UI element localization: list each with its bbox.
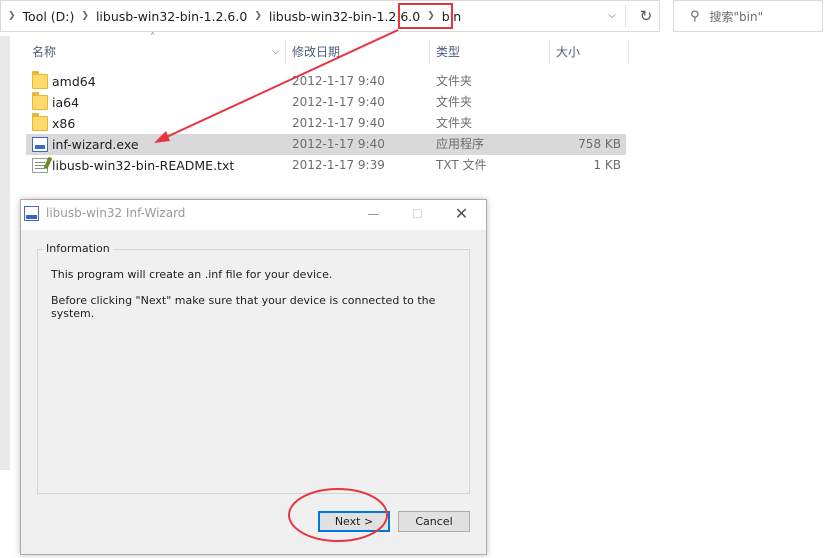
file-modified: 2012-1-17 9:40: [292, 116, 385, 130]
file-name: libusb-win32-bin-README.txt: [52, 158, 235, 173]
column-filter-dropdown-icon[interactable]: ⌵: [272, 40, 280, 64]
file-modified: 2012-1-17 9:40: [292, 74, 385, 88]
breadcrumb-folder-1[interactable]: libusb-win32-bin-1.2.6.0: [96, 9, 247, 24]
file-name: x86: [52, 116, 76, 131]
sort-ascending-icon: ˄: [150, 32, 155, 43]
address-bar[interactable]: ❯ Tool (D:) ❯ libusb-win32-bin-1.2.6.0 ❯…: [0, 0, 660, 32]
column-header-name[interactable]: 名称: [32, 40, 56, 64]
file-type: 应用程序: [436, 137, 485, 151]
search-placeholder: 搜索"bin": [709, 9, 764, 24]
information-group: Information This program will create an …: [37, 242, 470, 494]
column-header-modified[interactable]: 修改日期: [292, 40, 340, 64]
maximize-icon: ☐: [412, 207, 423, 221]
info-text-line-2: Before clicking "Next" make sure that yo…: [51, 294, 436, 320]
folder-icon: [32, 113, 48, 131]
app-icon: [24, 206, 39, 221]
chevron-right-icon[interactable]: ❯: [254, 11, 262, 21]
file-type: 文件夹: [436, 74, 473, 88]
file-type: 文件夹: [436, 95, 473, 109]
highlight-box: [398, 3, 453, 29]
divider: [628, 40, 629, 64]
column-header-type[interactable]: 类型: [436, 40, 460, 64]
breadcrumb: ❯ Tool (D:) ❯ libusb-win32-bin-1.2.6.0 ❯…: [1, 1, 461, 31]
chevron-right-icon: ❯: [8, 11, 16, 21]
refresh-icon[interactable]: ↻: [635, 1, 657, 31]
search-icon: ⚲: [690, 8, 700, 24]
file-row-inf-wizard[interactable]: inf-wizard.exe 2012-1-17 9:40 应用程序 758 K…: [26, 134, 626, 155]
file-row-readme[interactable]: libusb-win32-bin-README.txt 2012-1-17 9:…: [26, 155, 626, 176]
file-size: 758 KB: [578, 137, 621, 151]
breadcrumb-drive[interactable]: Tool (D:): [23, 9, 75, 24]
divider: [429, 40, 430, 64]
file-list: amd64 2012-1-17 9:40 文件夹 ia64 2012-1-17 …: [26, 71, 626, 176]
next-button[interactable]: Next >: [318, 511, 390, 532]
file-name: inf-wizard.exe: [52, 137, 139, 152]
close-icon[interactable]: ✕: [439, 200, 484, 228]
dialog-titlebar[interactable]: libusb-win32 Inf-Wizard — ☐ ✕: [21, 200, 486, 230]
file-name: ia64: [52, 95, 80, 110]
file-row-x86[interactable]: x86 2012-1-17 9:40 文件夹: [26, 113, 626, 134]
file-row-ia64[interactable]: ia64 2012-1-17 9:40 文件夹: [26, 92, 626, 113]
navigation-pane-scrollbar[interactable]: [0, 36, 10, 470]
file-name: amd64: [52, 74, 96, 89]
file-modified: 2012-1-17 9:40: [292, 137, 385, 151]
file-type: 文件夹: [436, 116, 473, 130]
exe-icon: [32, 137, 48, 152]
chevron-right-icon[interactable]: ❯: [81, 11, 89, 21]
minimize-icon[interactable]: —: [351, 200, 396, 228]
divider: [625, 5, 626, 27]
column-header-size[interactable]: 大小: [556, 40, 580, 64]
file-size: 1 KB: [593, 158, 621, 172]
inf-wizard-dialog: libusb-win32 Inf-Wizard — ☐ ✕ Informatio…: [20, 199, 487, 555]
folder-icon: [32, 71, 48, 89]
dialog-title: libusb-win32 Inf-Wizard: [46, 206, 186, 220]
file-row-amd64[interactable]: amd64 2012-1-17 9:40 文件夹: [26, 71, 626, 92]
text-file-icon: [32, 158, 48, 173]
search-input[interactable]: ⚲ 搜索"bin": [673, 0, 823, 32]
divider: [285, 40, 286, 64]
file-type: TXT 文件: [436, 158, 487, 172]
divider: [549, 40, 550, 64]
folder-icon: [32, 92, 48, 110]
info-text-line-1: This program will create an .inf file fo…: [51, 268, 333, 281]
file-modified: 2012-1-17 9:40: [292, 95, 385, 109]
cancel-button[interactable]: Cancel: [398, 511, 470, 532]
file-modified: 2012-1-17 9:39: [292, 158, 385, 172]
group-label: Information: [43, 242, 113, 255]
address-history-dropdown-icon[interactable]: ⌵: [601, 1, 623, 31]
